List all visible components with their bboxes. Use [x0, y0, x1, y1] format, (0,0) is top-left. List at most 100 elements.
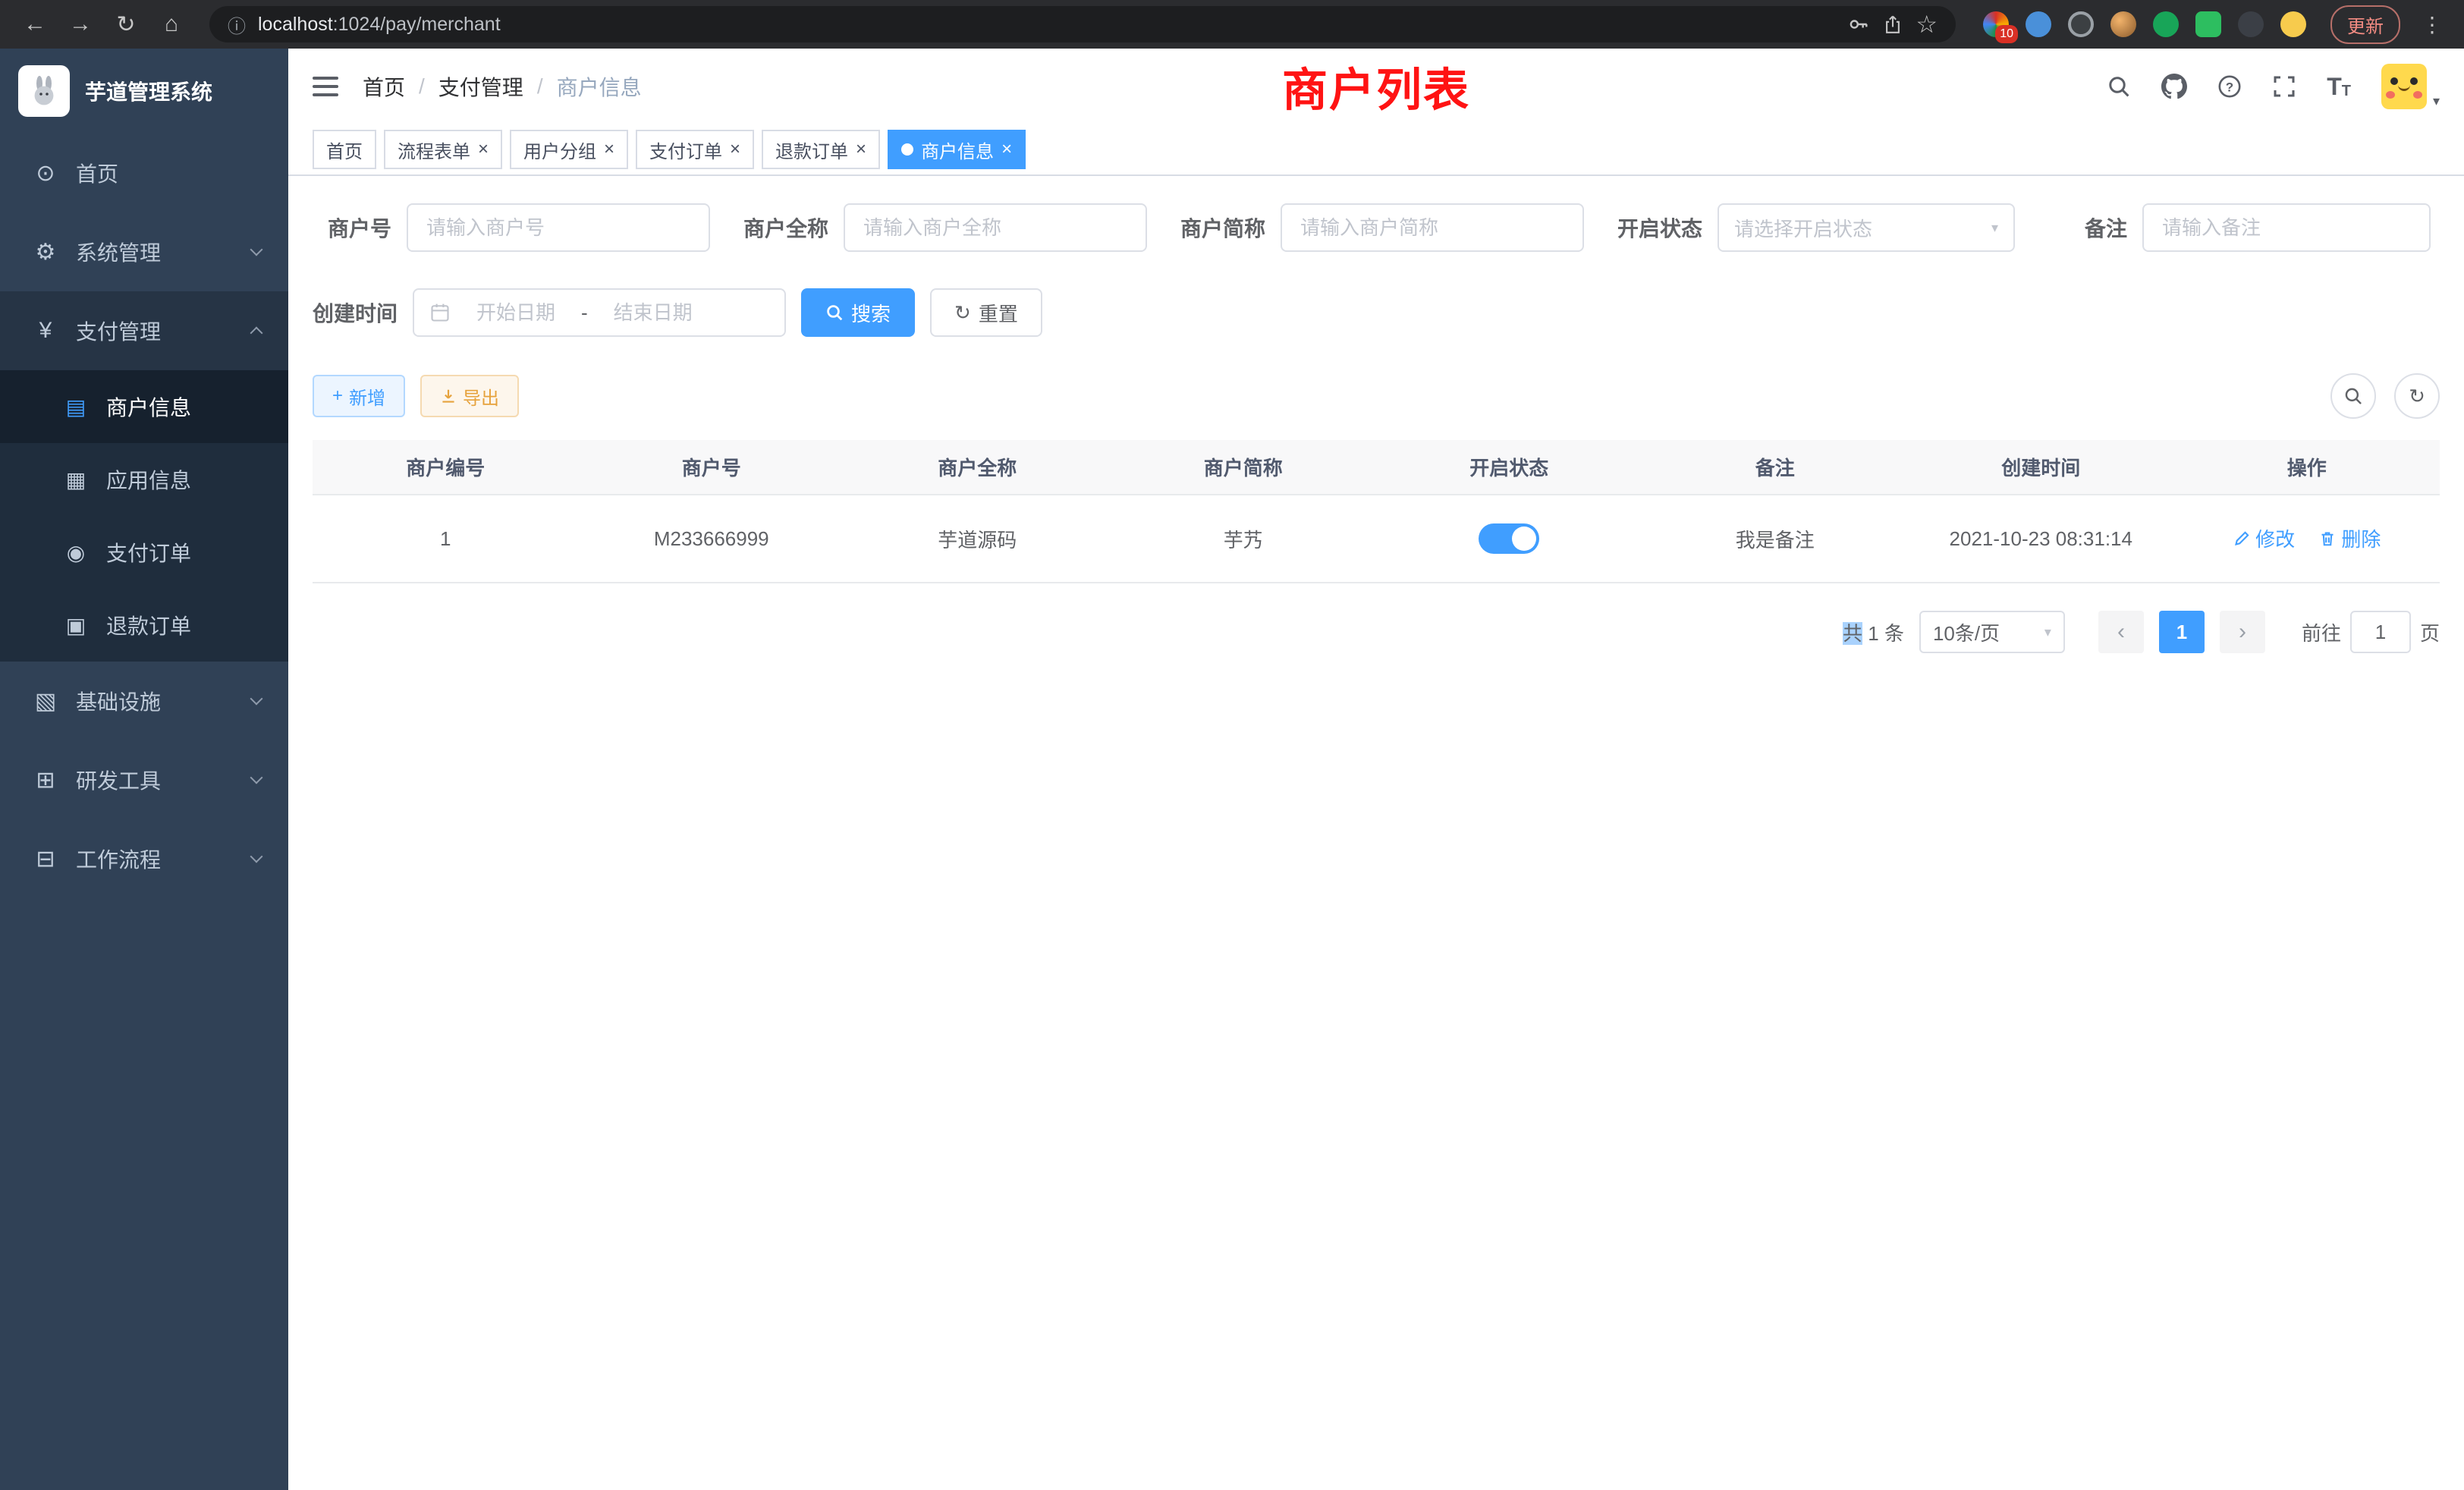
goto-page-input[interactable] — [2350, 611, 2411, 653]
filter-row-2: 创建时间 - 搜索 ↻ 重置 — [313, 288, 2440, 337]
order-target-icon: ◉ — [64, 540, 88, 565]
browser-toolbar: ← → ↻ ⌂ ⓘ localhost:1024/pay/merchant ☆ … — [0, 0, 2464, 49]
merchant-no-input[interactable] — [407, 203, 710, 252]
font-size-icon[interactable]: TT — [2327, 74, 2351, 99]
merchant-table: 商户编号 商户号 商户全称 商户简称 开启状态 备注 创建时间 操作 1 M23… — [313, 440, 2440, 583]
short-name-input[interactable] — [1281, 203, 1584, 252]
browser-update-button[interactable]: 更新 — [2330, 5, 2400, 44]
home-icon[interactable]: ⌂ — [152, 5, 191, 44]
cell-actions: 修改 删除 — [2174, 495, 2440, 583]
gear-icon: ⚙ — [33, 239, 58, 266]
edit-link[interactable]: 修改 — [2233, 524, 2295, 552]
avatar-caret-icon: ▾ — [2433, 93, 2440, 109]
github-icon[interactable] — [2161, 74, 2187, 99]
export-button[interactable]: 导出 — [420, 375, 519, 417]
chevron-down-icon: ▾ — [1991, 220, 1998, 236]
extension-icon-5[interactable] — [2153, 11, 2179, 37]
site-info-icon[interactable]: ⓘ — [228, 11, 246, 38]
sidebar-item-home[interactable]: ⊙ 首页 — [0, 134, 288, 212]
header-actions: ? TT ▾ — [2107, 64, 2440, 109]
sidebar-item-merchant-info[interactable]: ▤ 商户信息 — [0, 370, 288, 443]
app-logo[interactable]: 芋道管理系统 — [0, 49, 288, 134]
sidebar-item-payment[interactable]: ¥ 支付管理 — [0, 291, 288, 370]
full-name-input[interactable] — [844, 203, 1147, 252]
extension-icon-2[interactable] — [2026, 11, 2051, 37]
hamburger-icon[interactable] — [313, 77, 338, 96]
sidebar-item-workflow[interactable]: ⊟ 工作流程 — [0, 819, 288, 898]
help-icon[interactable]: ? — [2217, 74, 2242, 99]
sidebar-item-infrastructure[interactable]: ▧ 基础设施 — [0, 662, 288, 740]
forward-icon[interactable]: → — [61, 5, 100, 44]
col-create-time: 创建时间 — [1908, 440, 2174, 495]
sidebar-item-pay-order[interactable]: ◉ 支付订单 — [0, 516, 288, 589]
remark-input[interactable] — [2142, 203, 2431, 252]
breadcrumb-payment[interactable]: 支付管理 — [438, 71, 523, 102]
page-content: 商户号 商户全称 商户简称 开启状态 请选择开启状态 ▾ — [288, 176, 2464, 1490]
reload-icon[interactable]: ↻ — [106, 5, 146, 44]
merchant-card-icon: ▤ — [64, 395, 88, 420]
back-icon[interactable]: ← — [15, 5, 55, 44]
col-short-name: 商户简称 — [1111, 440, 1377, 495]
add-button[interactable]: + 新增 — [313, 375, 405, 417]
col-actions: 操作 — [2174, 440, 2440, 495]
sidebar-item-system[interactable]: ⚙ 系统管理 — [0, 212, 288, 291]
breadcrumb-home[interactable]: 首页 — [363, 71, 405, 102]
tab-process-form[interactable]: 流程表单× — [384, 130, 502, 169]
chevron-down-icon — [250, 772, 263, 784]
password-key-icon[interactable] — [1847, 13, 1870, 36]
col-full-name: 商户全称 — [844, 440, 1111, 495]
browser-menu-icon[interactable]: ⋮ — [2415, 12, 2449, 37]
extension-icon-6[interactable] — [2195, 11, 2221, 37]
chevron-up-icon — [250, 327, 263, 340]
extension-icon-4[interactable] — [2110, 11, 2136, 37]
cell-create-time: 2021-10-23 08:31:14 — [1908, 495, 2174, 583]
status-select[interactable]: 请选择开启状态 ▾ — [1718, 203, 2015, 252]
status-toggle[interactable] — [1479, 523, 1539, 554]
date-start-input[interactable] — [460, 301, 572, 325]
sidebar-item-refund-order[interactable]: ▣ 退款订单 — [0, 589, 288, 662]
extension-icon-1[interactable]: 10 — [1983, 11, 2009, 37]
col-merchant-no: 商户号 — [579, 440, 845, 495]
extension-icon-8[interactable] — [2280, 11, 2306, 37]
close-icon[interactable]: × — [1001, 140, 1012, 159]
extension-icon-3[interactable] — [2068, 11, 2094, 37]
sidebar-item-dev-tools[interactable]: ⊞ 研发工具 — [0, 740, 288, 819]
cell-short-name: 芋艿 — [1111, 495, 1377, 583]
toggle-search-icon[interactable] — [2330, 373, 2376, 419]
date-range-picker[interactable]: - — [413, 288, 786, 337]
page-size-select[interactable]: 10条/页 ▾ — [1919, 611, 2065, 653]
bookmark-star-icon[interactable]: ☆ — [1916, 10, 1938, 39]
sidebar-menu: ⊙ 首页 ⚙ 系统管理 ¥ 支付管理 ▤ 商户信息 ▦ 应用信息 — [0, 134, 288, 898]
close-icon[interactable]: × — [478, 140, 489, 159]
share-icon[interactable] — [1882, 14, 1903, 35]
refund-doc-icon: ▣ — [64, 613, 88, 638]
search-icon[interactable] — [2107, 74, 2131, 99]
table-toolbar: + 新增 导出 ↻ — [313, 373, 2440, 419]
close-icon[interactable]: × — [730, 140, 740, 159]
tab-refund-order[interactable]: 退款订单× — [762, 130, 880, 169]
fullscreen-icon[interactable] — [2272, 74, 2296, 99]
close-icon[interactable]: × — [856, 140, 866, 159]
next-page-button[interactable]: › — [2220, 611, 2265, 653]
extension-icon-7[interactable] — [2238, 11, 2264, 37]
download-icon — [440, 388, 457, 404]
address-bar[interactable]: ⓘ localhost:1024/pay/merchant ☆ — [209, 6, 1956, 42]
refresh-table-icon[interactable]: ↻ — [2394, 373, 2440, 419]
user-avatar[interactable]: ▾ — [2381, 64, 2440, 109]
prev-page-button[interactable]: ‹ — [2098, 611, 2144, 653]
tab-pay-order[interactable]: 支付订单× — [636, 130, 754, 169]
page-1-button[interactable]: 1 — [2159, 611, 2205, 653]
sidebar-item-app-info[interactable]: ▦ 应用信息 — [0, 443, 288, 516]
close-icon[interactable]: × — [604, 140, 614, 159]
merchant-no-label: 商户号 — [313, 212, 407, 243]
active-tab-dot — [901, 143, 913, 156]
tab-user-group[interactable]: 用户分组× — [510, 130, 628, 169]
tab-merchant-info[interactable]: 商户信息× — [888, 130, 1026, 169]
top-header: 首页 / 支付管理 / 商户信息 商户列表 ? T — [288, 49, 2464, 124]
reset-button[interactable]: ↻ 重置 — [930, 288, 1042, 337]
date-end-input[interactable] — [597, 301, 709, 325]
url-text[interactable]: localhost:1024/pay/merchant — [258, 14, 1835, 36]
tab-home[interactable]: 首页 — [313, 130, 376, 169]
delete-link[interactable]: 删除 — [2318, 524, 2381, 552]
search-button[interactable]: 搜索 — [801, 288, 915, 337]
